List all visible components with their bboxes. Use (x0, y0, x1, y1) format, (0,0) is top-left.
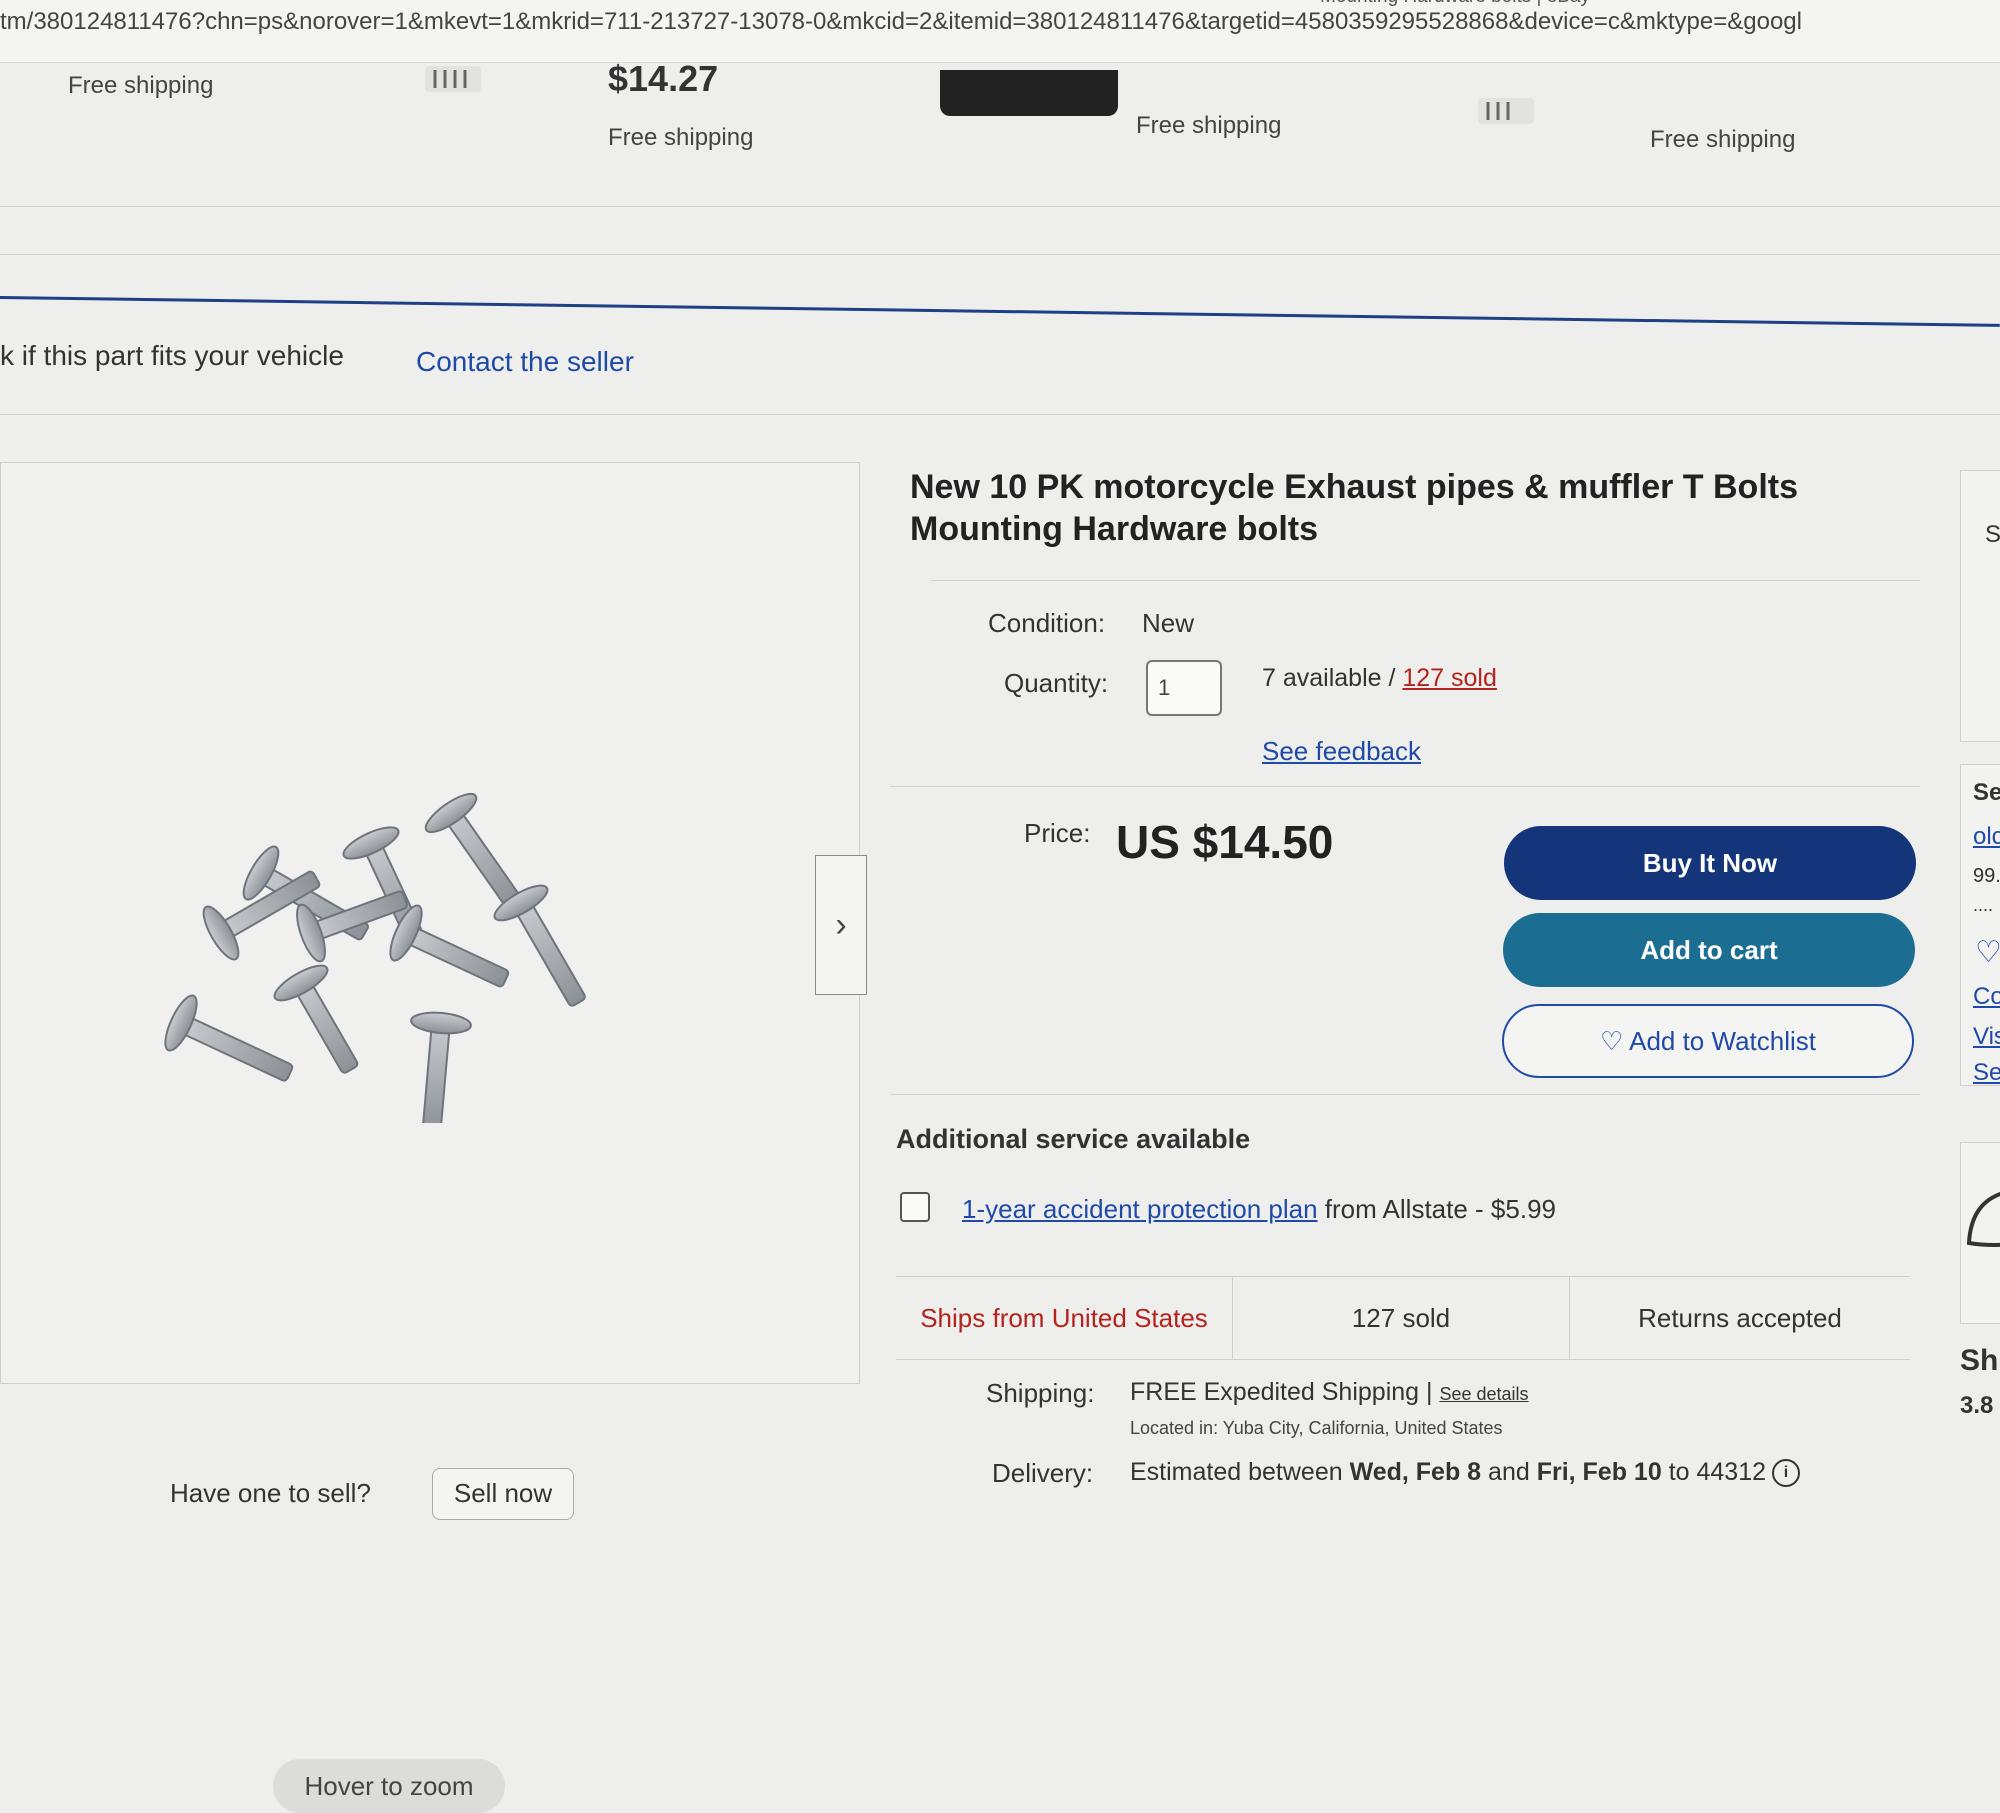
delivery-estimate: Estimated between Wed, Feb 8 and Fri, Fe… (1130, 1458, 1801, 1488)
fit-check-link[interactable]: k if this part fits your vehicle (0, 340, 344, 372)
tab-title: Mounting Hardware bolts | eBay (1320, 0, 1590, 8)
listing-stats-row: Ships from United States 127 sold Return… (896, 1276, 1910, 1360)
right-panel-promo (1960, 1142, 2000, 1324)
shipping-side-value: 3.8 (1960, 1392, 1994, 1419)
bag-icon (1966, 1192, 2000, 1247)
delivery-date-start: Wed, Feb 8 (1349, 1458, 1482, 1486)
seller-info-panel: Se olc 99. .... ♡ Co Vis See (1960, 764, 2000, 1086)
section-divider-blue (0, 296, 2000, 327)
sell-prompt: Have one to sell? (170, 1478, 371, 1508)
sold-count-link[interactable]: 127 sold (1402, 664, 1497, 692)
ships-from-badge: Ships from United States (920, 1302, 1208, 1333)
shipping-value: FREE Expedited Shipping | See details (1130, 1378, 1529, 1407)
related-shipping-1: Free shipping (68, 72, 214, 99)
price-value: US $14.50 (1116, 816, 1334, 868)
related-thumb-1[interactable] (425, 66, 481, 92)
browser-url-bar[interactable]: tm/380124811476?chn=ps&norover=1&mkevt=1… (0, 0, 2000, 63)
related-shipping-4: Free shipping (1650, 126, 1796, 153)
protection-plan-link[interactable]: 1-year accident protection plan (962, 1194, 1318, 1224)
chevron-right-icon: › (835, 905, 847, 944)
seller-name-link[interactable]: olc (1973, 823, 2000, 851)
availability-text: 7 available / 127 sold (1262, 664, 1497, 693)
quantity-label: Quantity: (1004, 668, 1109, 698)
condition-label: Condition: (988, 608, 1106, 638)
see-feedback-link[interactable]: See feedback (1262, 736, 1421, 767)
condition-value: New (1142, 608, 1195, 638)
shipping-side-heading: Sh (1960, 1344, 1999, 1377)
protection-plan-checkbox[interactable] (900, 1192, 930, 1222)
delivery-mid: and (1481, 1458, 1537, 1486)
visit-store-link[interactable]: Vis (1973, 1023, 2000, 1051)
seller-heading: Se (1973, 779, 2000, 806)
divider (890, 786, 1920, 787)
related-shipping-3: Free shipping (1136, 112, 1282, 139)
protection-plan-provider: from Allstate - $5.99 (1317, 1194, 1556, 1224)
buy-it-now-button[interactable]: Buy It Now (1504, 826, 1916, 900)
shipping-label: Shipping: (986, 1378, 1095, 1408)
quantity-input[interactable] (1146, 660, 1222, 716)
related-shipping-2: Free shipping (608, 124, 754, 151)
related-thumb-2[interactable] (1478, 98, 1534, 124)
divider (930, 580, 1920, 581)
additional-service-heading: Additional service available (896, 1124, 1251, 1154)
bolts-thumb-icon (433, 70, 467, 88)
returns-badge: Returns accepted (1638, 1302, 1842, 1333)
product-image-panel[interactable]: Hover to zoom (0, 462, 860, 1813)
see-other-items-link[interactable]: See (1973, 1059, 2000, 1087)
right-panel-letter: S (1985, 521, 2000, 548)
bolts-thumb-icon (1486, 102, 1510, 120)
contact-seller-side-link[interactable]: Co (1973, 983, 2000, 1011)
seller-dots: .... (1973, 895, 1994, 915)
divider (890, 1094, 1920, 1095)
related-thumb-dark[interactable] (940, 70, 1118, 116)
seller-feedback-pct: 99. (1973, 865, 2000, 887)
url-text[interactable]: tm/380124811476?chn=ps&norover=1&mkevt=1… (0, 8, 1802, 36)
shipping-method: FREE Expedited Shipping | (1130, 1378, 1440, 1406)
price-label: Price: (1024, 818, 1091, 848)
add-to-watchlist-button[interactable]: ♡ Add to Watchlist (1502, 1004, 1914, 1078)
available-count: 7 available / (1262, 664, 1403, 692)
delivery-date-end: Fri, Feb 10 (1536, 1458, 1662, 1486)
item-location: Located in: Yuba City, California, Unite… (1130, 1418, 1503, 1438)
info-icon[interactable]: i (1772, 1459, 1801, 1488)
sold-count-badge: 127 sold (1351, 1302, 1451, 1333)
heart-icon[interactable]: ♡ (1975, 935, 2000, 970)
delivery-label: Delivery: (992, 1458, 1094, 1488)
delivery-zip: to 44312 (1661, 1458, 1767, 1486)
bolts-product-image (164, 792, 586, 1123)
delivery-prefix: Estimated between (1130, 1458, 1350, 1486)
related-price[interactable]: $14.27 (608, 58, 718, 100)
divider (0, 414, 2000, 415)
shipping-details-link[interactable]: See details (1439, 1384, 1528, 1404)
hover-to-zoom-badge: Hover to zoom (273, 1759, 505, 1813)
protection-plan-text: 1-year accident protection plan from All… (962, 1194, 1556, 1225)
add-to-cart-button[interactable]: Add to cart (1503, 913, 1915, 987)
divider (0, 254, 2000, 255)
sell-now-button[interactable]: Sell now (432, 1468, 574, 1520)
next-image-button[interactable]: › (815, 855, 867, 995)
listing-title: New 10 PK motorcycle Exhaust pipes & muf… (910, 468, 1799, 548)
divider (0, 206, 2000, 207)
contact-seller-link[interactable]: Contact the seller (416, 346, 634, 378)
right-panel-top: S (1960, 470, 2000, 742)
